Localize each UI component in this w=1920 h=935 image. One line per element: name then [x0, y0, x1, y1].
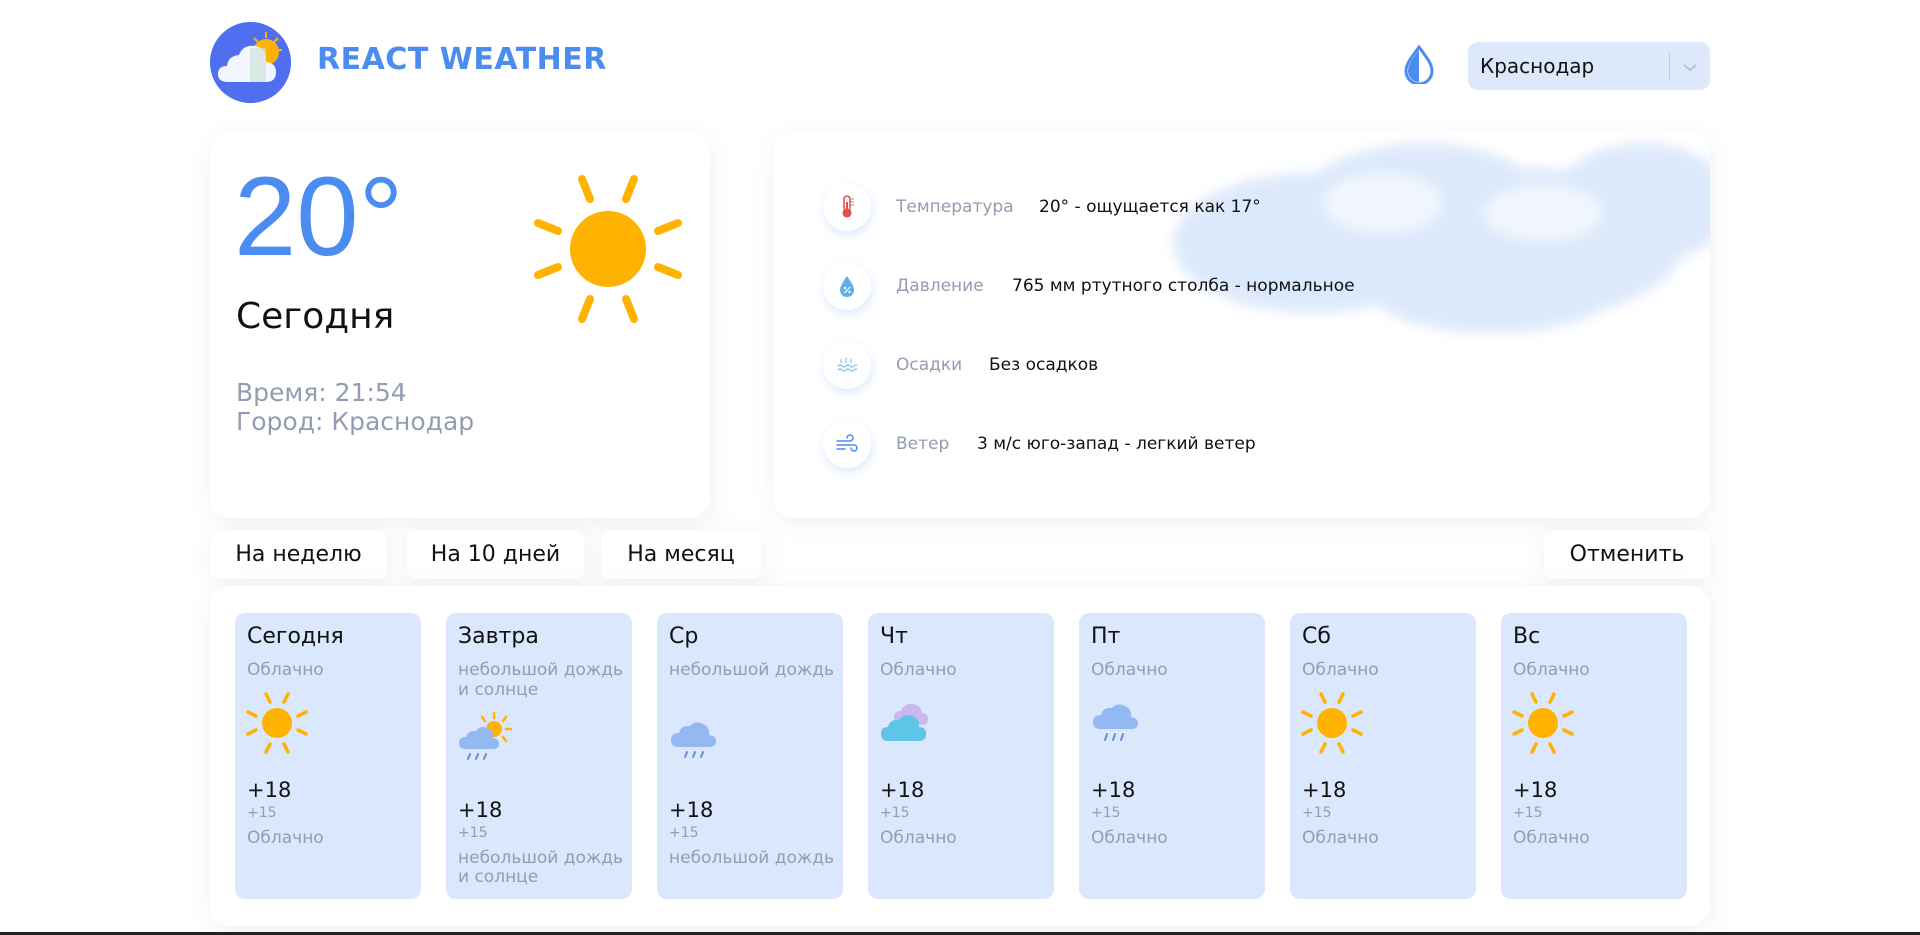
- today-card: 20° Сегодня Время: 21:54 Город: Краснода…: [210, 133, 710, 518]
- pressure-icon: [823, 262, 871, 310]
- cancel-button[interactable]: Отменить: [1544, 531, 1710, 579]
- day-name: Вс: [1513, 624, 1541, 649]
- forecast-day-card[interactable]: Пт Облачно +18 +15 Облачно: [1079, 613, 1265, 899]
- night-temperature: +15: [1091, 805, 1121, 821]
- tab-week[interactable]: На неделю: [210, 531, 387, 579]
- sun-icon: [245, 691, 309, 759]
- day-bottom-description: Облачно: [1091, 828, 1168, 848]
- night-temperature: +15: [669, 825, 699, 841]
- detail-value: 765 мм ртутного столба - нормальное: [1012, 276, 1355, 296]
- detail-row-wind: Ветер 3 м/с юго-запад - легкий ветер: [823, 420, 1623, 470]
- day-bottom-description: Облачно: [1513, 828, 1590, 848]
- day-description: Облачно: [880, 660, 957, 680]
- detail-row-pressure: Давление 765 мм ртутного столба - нормал…: [823, 262, 1623, 312]
- day-name: Пт: [1091, 624, 1121, 649]
- night-temperature: +15: [247, 805, 277, 821]
- sun-icon: [1300, 691, 1364, 759]
- sun-icon: [532, 173, 684, 329]
- app-container: REACT WEATHER Краснодар 20° Сегодня Врем…: [210, 0, 1710, 935]
- forecast-day-card[interactable]: Завтра небольшой дождь и солнце +18 +15 …: [446, 613, 632, 899]
- day-temperature: +18: [669, 798, 714, 822]
- sun-rain-icon: [456, 711, 516, 775]
- city-select[interactable]: Краснодар: [1468, 42, 1710, 90]
- today-temperature: 20°: [234, 154, 404, 279]
- today-time: Время: 21:54: [236, 378, 407, 407]
- rain-icon: [667, 717, 721, 771]
- tab-month[interactable]: На месяц: [601, 531, 761, 579]
- day-name: Сегодня: [247, 624, 344, 649]
- day-description: Облачно: [1302, 660, 1379, 680]
- day-description: Облачно: [1513, 660, 1590, 680]
- forecast-panel: Сегодня Облачно +18 +15 Облачно Завтра н…: [210, 586, 1710, 926]
- day-description: небольшой дождь: [669, 660, 834, 680]
- day-temperature: +18: [1513, 778, 1558, 802]
- day-name: Ср: [669, 624, 699, 649]
- night-temperature: +15: [1302, 805, 1332, 821]
- cloudy-icon: [878, 699, 938, 753]
- detail-label: Температура: [896, 197, 1014, 217]
- forecast-day-card[interactable]: Сегодня Облачно +18 +15 Облачно: [235, 613, 421, 899]
- day-description: Облачно: [1091, 660, 1168, 680]
- day-temperature: +18: [247, 778, 292, 802]
- cloud-sun-logo-icon: [210, 22, 291, 103]
- day-bottom-description: небольшой дождь: [669, 848, 834, 868]
- day-name: Чт: [880, 624, 908, 649]
- forecast-day-card[interactable]: Сб Облачно +18 +15 Облачно: [1290, 613, 1476, 899]
- forecast-day-card[interactable]: Вс Облачно +18 +15 Облачно: [1501, 613, 1687, 899]
- header: REACT WEATHER Краснодар: [210, 22, 1710, 106]
- day-bottom-description: небольшой дождь и солнце: [458, 848, 623, 887]
- drop-icon[interactable]: [1401, 44, 1437, 86]
- app-title: REACT WEATHER: [317, 42, 607, 77]
- precipitation-icon: [823, 341, 871, 389]
- day-temperature: +18: [880, 778, 925, 802]
- wind-icon: [823, 420, 871, 468]
- day-temperature: +18: [1302, 778, 1347, 802]
- day-name: Завтра: [458, 624, 539, 649]
- tab-ten-days[interactable]: На 10 дней: [407, 531, 584, 579]
- detail-label: Ветер: [896, 434, 950, 454]
- detail-label: Осадки: [896, 355, 963, 375]
- detail-value: 3 м/с юго-запад - легкий ветер: [977, 434, 1256, 454]
- today-city: Город: Краснодар: [236, 407, 475, 436]
- detail-row-precipitation: Осадки Без осадков: [823, 341, 1623, 391]
- forecast-day-card[interactable]: Чт Облачно +18 +15 Облачно: [868, 613, 1054, 899]
- night-temperature: +15: [458, 825, 488, 841]
- detail-value: Без осадков: [989, 355, 1099, 375]
- day-temperature: +18: [458, 798, 503, 822]
- forecast-day-card[interactable]: Ср небольшой дождь +18 +15 небольшой дож…: [657, 613, 843, 899]
- day-description: небольшой дождь и солнце: [458, 660, 623, 700]
- day-name: Сб: [1302, 624, 1331, 649]
- day-temperature: +18: [1091, 778, 1136, 802]
- details-card: Температура 20° - ощущается как 17° Давл…: [773, 133, 1710, 518]
- rain-icon: [1089, 701, 1143, 755]
- sun-icon: [1511, 691, 1575, 759]
- detail-row-temperature: Температура 20° - ощущается как 17°: [823, 183, 1623, 233]
- today-day-label: Сегодня: [236, 296, 395, 337]
- day-bottom-description: Облачно: [880, 828, 957, 848]
- select-separator: [1669, 52, 1670, 80]
- detail-label: Давление: [896, 276, 984, 296]
- detail-value: 20° - ощущается как 17°: [1039, 197, 1261, 217]
- night-temperature: +15: [1513, 805, 1543, 821]
- city-select-value: Краснодар: [1480, 54, 1595, 78]
- chevron-down-icon[interactable]: [1680, 57, 1700, 77]
- day-description: Облачно: [247, 660, 324, 680]
- night-temperature: +15: [880, 805, 910, 821]
- day-bottom-description: Облачно: [1302, 828, 1379, 848]
- thermometer-icon: [823, 183, 871, 231]
- day-bottom-description: Облачно: [247, 828, 324, 848]
